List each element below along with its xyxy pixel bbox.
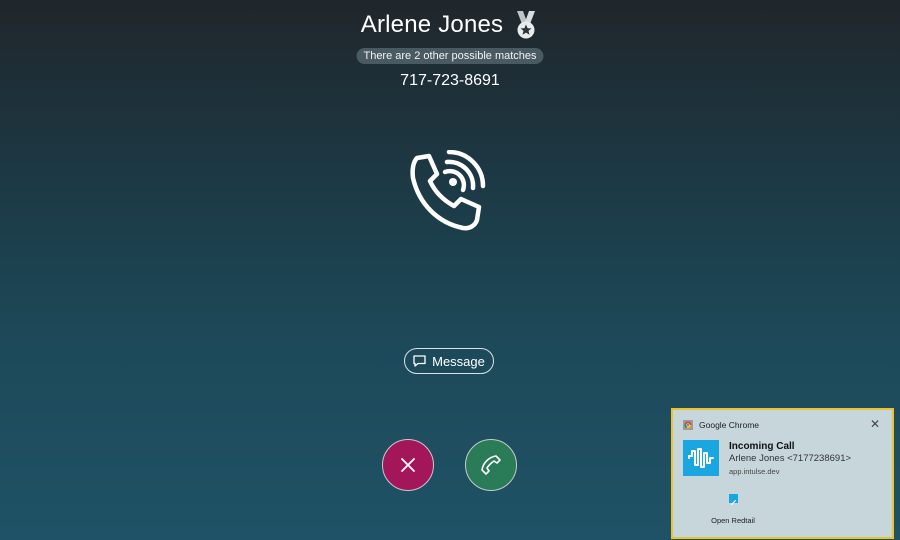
notification-header: Google Chrome — [683, 420, 759, 430]
caller-name-row: Arlene Jones — [0, 10, 900, 40]
message-icon — [413, 355, 426, 367]
close-icon — [401, 458, 415, 472]
ringing-phone-icon — [405, 149, 495, 236]
caller-phone-number: 717-723-8691 — [400, 72, 500, 89]
open-redtail-button[interactable]: Open Redtail — [703, 494, 763, 528]
notification-title: Incoming Call — [729, 441, 795, 452]
intulse-app-icon — [683, 440, 719, 476]
answer-call-button[interactable] — [465, 439, 517, 491]
message-button-label: Message — [432, 353, 485, 369]
open-redtail-label: Open Redtail — [711, 516, 755, 525]
notification-source: app.intulse.dev — [729, 467, 780, 476]
open-redtail-icon — [728, 494, 738, 506]
notification-app-name: Google Chrome — [699, 420, 760, 430]
notification-body: Arlene Jones <7177238691> — [729, 453, 852, 464]
caller-name: Arlene Jones — [360, 11, 504, 38]
notification-close-button[interactable]: ✕ — [870, 418, 880, 430]
incoming-call-notification[interactable]: Google Chrome ✕ Incoming Call Arlene Jon… — [671, 408, 894, 539]
possible-matches-badge[interactable]: There are 2 other possible matches — [356, 48, 544, 64]
phone-icon — [481, 455, 501, 475]
chrome-icon — [683, 420, 693, 430]
decline-call-button[interactable] — [382, 439, 434, 491]
message-button[interactable]: Message — [404, 348, 494, 374]
medal-icon — [513, 10, 539, 40]
